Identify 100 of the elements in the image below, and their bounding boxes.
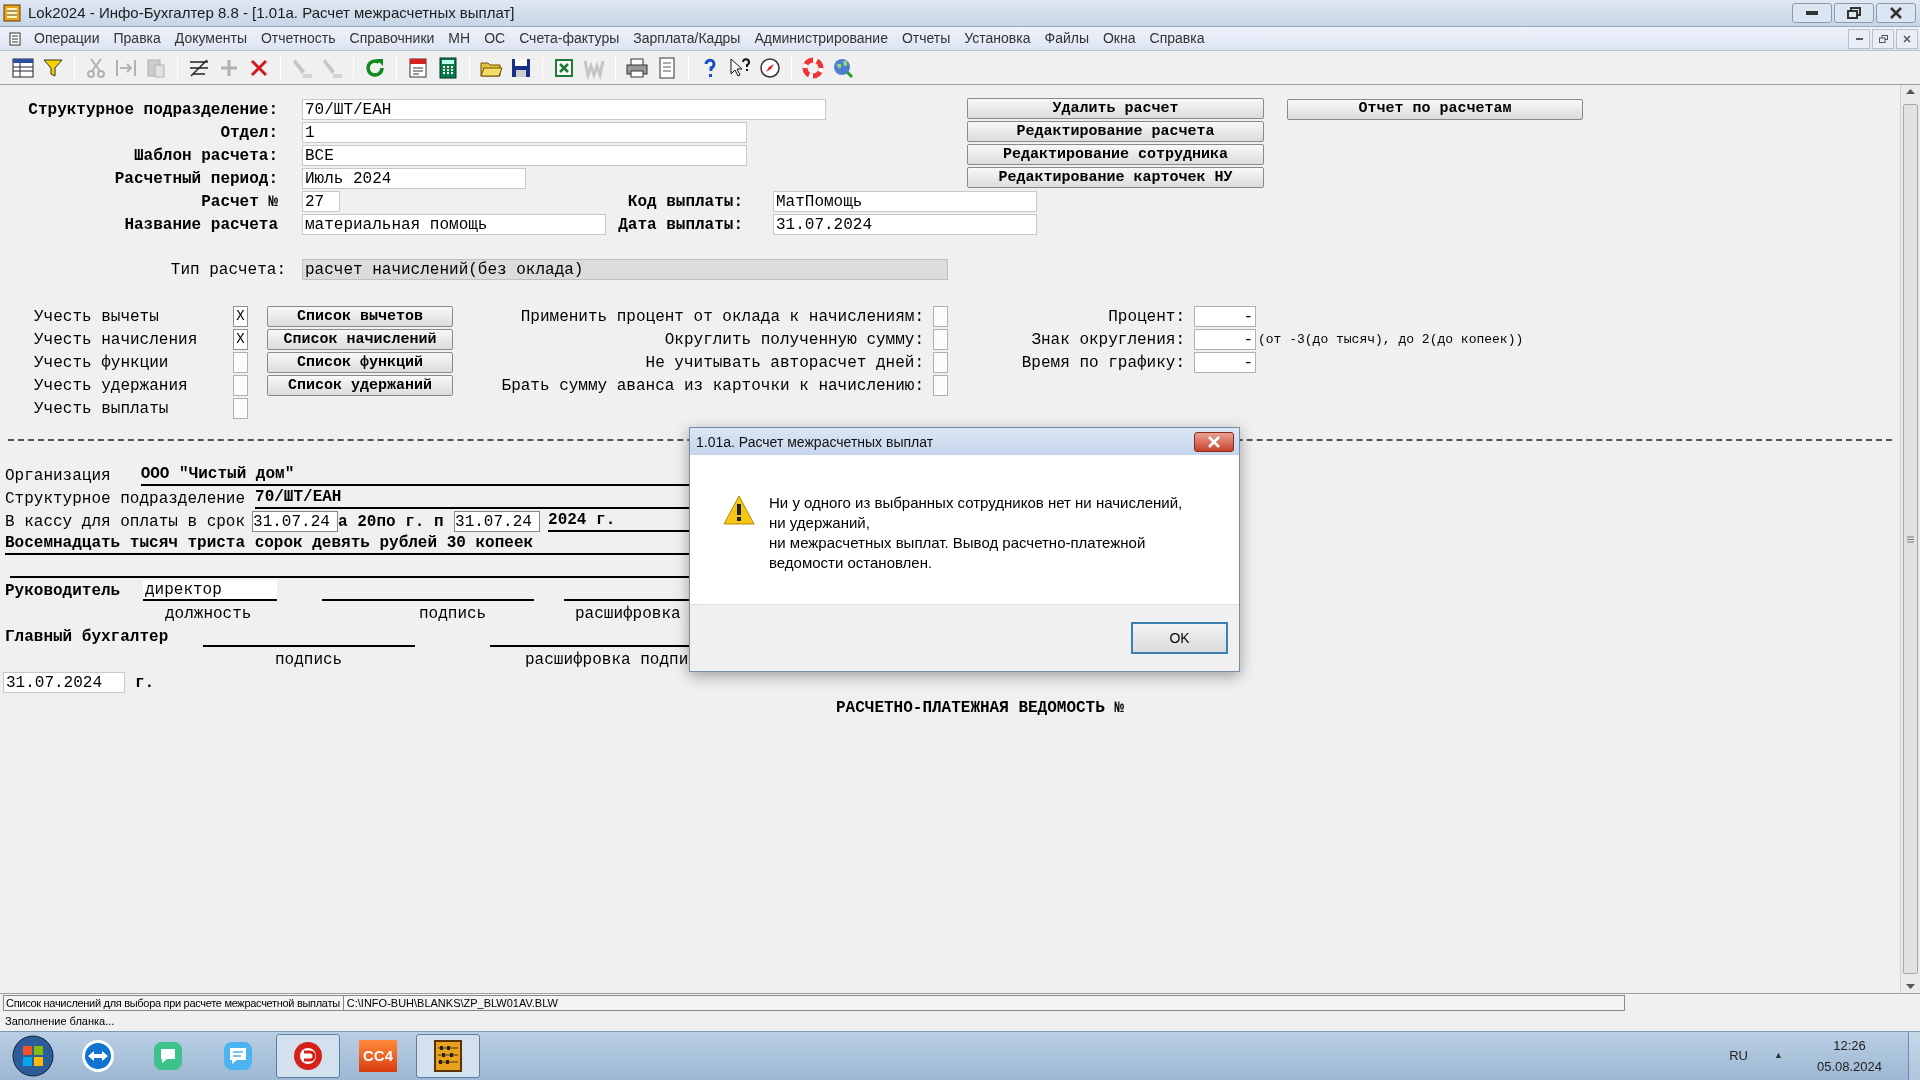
hint-text: (от -3(до тысяч), до 2(до копеек)) (1258, 330, 1524, 349)
checkbox[interactable]: X (233, 329, 248, 350)
text-field[interactable]: ВСЕ (302, 145, 747, 166)
language-indicator[interactable]: RU (1729, 1046, 1748, 1066)
close-button[interactable] (1876, 3, 1916, 23)
checkbox[interactable] (933, 375, 948, 396)
field-label: Дата выплаты: (617, 214, 743, 235)
menu-item[interactable]: Файлы (1037, 28, 1096, 49)
calculator-icon[interactable] (436, 55, 460, 80)
start-button[interactable] (12, 1035, 54, 1077)
list-button[interactable]: Список функций (267, 352, 453, 373)
calendar-icon[interactable] (406, 55, 430, 80)
menu-item[interactable]: МН (441, 28, 478, 49)
field-label: Код выплаты: (626, 191, 743, 212)
menu-item[interactable]: Счета-фактуры (512, 28, 627, 49)
menu-item[interactable]: Правка (106, 28, 168, 49)
checkbox[interactable] (933, 329, 948, 350)
scroll-down-icon[interactable] (1906, 984, 1915, 989)
caption: должность (165, 604, 252, 624)
lifebuoy-icon[interactable] (801, 55, 825, 80)
checkbox[interactable] (233, 398, 248, 419)
action-button[interactable]: Редактирование расчета (967, 121, 1264, 142)
list-button[interactable]: Список начислений (267, 329, 453, 350)
date-field[interactable]: 31.07.24 (454, 511, 541, 532)
type-field: расчет начислений(без оклада) (302, 259, 948, 280)
menu-item[interactable]: Документы (167, 28, 254, 49)
clock-time[interactable]: 12:26 (1833, 1035, 1866, 1056)
compass-icon[interactable] (758, 55, 782, 80)
text-field[interactable]: Июль 2024 (302, 168, 526, 189)
date-field[interactable]: 31.07.2024 (3, 672, 125, 693)
menu-item[interactable]: Справочники (342, 28, 442, 49)
show-desktop-button[interactable] (1908, 1031, 1920, 1080)
text-field[interactable]: 70/ШТ/ЕАН (302, 99, 826, 120)
action-button[interactable]: Удалить расчет (967, 98, 1264, 119)
remote-app-icon[interactable] (80, 1038, 116, 1074)
printer-icon[interactable] (625, 55, 649, 80)
text-field[interactable]: 27 (302, 191, 340, 212)
menu-item[interactable]: Зарплата/Кадры (626, 28, 748, 49)
close-button[interactable] (1896, 28, 1918, 49)
date-field[interactable]: 31.07.24 (252, 511, 339, 532)
scroll-thumb[interactable] (1903, 104, 1918, 974)
option-label: Округлить полученную сумму: (663, 329, 924, 350)
checkbox[interactable] (933, 352, 948, 373)
checkbox[interactable] (933, 306, 948, 327)
menu-item[interactable]: Справка (1142, 28, 1212, 49)
option-label: Учесть вычеты (33, 306, 160, 327)
restore-button[interactable] (1872, 28, 1894, 49)
close-button[interactable] (1194, 431, 1234, 452)
document-menu-icon[interactable] (8, 31, 22, 46)
checkbox[interactable]: X (233, 306, 248, 327)
tray-arrow[interactable]: ▲ (1774, 1049, 1783, 1063)
org-name: ООО "Чистый дом" (140, 464, 689, 486)
taskbar-button[interactable] (276, 1034, 340, 1078)
message-line: Ни у одного из выбранных сотрудников нет ни начислений, (769, 493, 1183, 513)
menu-item[interactable]: Отчетность (253, 28, 343, 49)
ok-button[interactable]: OK (1131, 622, 1228, 654)
list-button[interactable]: Список удержаний (267, 375, 453, 396)
checkbox[interactable] (233, 352, 248, 373)
minimize-button[interactable] (1792, 3, 1832, 23)
list-button[interactable]: Список вычетов (267, 306, 453, 327)
position-field[interactable]: директор (143, 580, 277, 601)
menu-item[interactable]: Установка (957, 28, 1038, 49)
minimize-icon (1855, 37, 1863, 40)
org-label: Организация (5, 466, 111, 486)
caption: расшифровка подпи (525, 650, 689, 670)
param-field[interactable]: - (1194, 352, 1256, 373)
action-button[interactable]: Редактирование карточек НУ (967, 167, 1264, 188)
text-field[interactable]: 31.07.2024 (773, 214, 1037, 235)
text-field[interactable]: материальная помощь (302, 214, 606, 235)
action-button[interactable]: Редактирование сотрудника (967, 144, 1264, 165)
checkbox[interactable] (233, 375, 248, 396)
dialog-title: 1.01а. Расчет межрасчетных выплат (696, 432, 934, 452)
message-line: ведомости остановлен. (769, 553, 934, 573)
term-label: В кассу для оплаты в срок (5, 512, 246, 532)
restore-button[interactable] (1834, 3, 1874, 23)
statement-title: РАСЧЕТНО-ПЛАТЕЖНАЯ ВЕДОМОСТЬ № (835, 699, 1124, 717)
scroll-up-icon[interactable] (1906, 89, 1915, 94)
field-label: Тип расчета: (169, 259, 286, 280)
taskbar-button[interactable] (416, 1034, 480, 1078)
caption: подпись (275, 650, 343, 670)
field-label: Расчетный период: (113, 168, 278, 189)
report-button[interactable]: Отчет по расчетам (1287, 98, 1583, 120)
text-field[interactable]: 1 (302, 122, 747, 143)
param-field[interactable]: - (1194, 329, 1256, 350)
text-field[interactable]: МатПомощь (773, 191, 1037, 212)
field-label: Шаблон расчета: (132, 145, 278, 166)
menu-item[interactable]: Администрирование (747, 28, 895, 49)
scrollbar[interactable] (1900, 85, 1920, 993)
param-field[interactable]: - (1194, 306, 1256, 327)
minimize-button[interactable] (1848, 28, 1870, 49)
date-suffix: г. (135, 673, 155, 693)
table-icon[interactable] (11, 55, 35, 80)
menu-item[interactable]: Операции (27, 28, 107, 49)
unit-name: 70/ШТ/ЕАН (255, 487, 689, 509)
menu-item[interactable]: Окна (1096, 28, 1143, 49)
menu-item[interactable]: Отчеты (894, 28, 958, 49)
close-icon (1903, 34, 1911, 43)
term-text: а 20по г. п (338, 512, 445, 532)
menu-item[interactable]: ОС (477, 28, 513, 49)
clock-date[interactable]: 05.08.2024 (1816, 1056, 1882, 1077)
